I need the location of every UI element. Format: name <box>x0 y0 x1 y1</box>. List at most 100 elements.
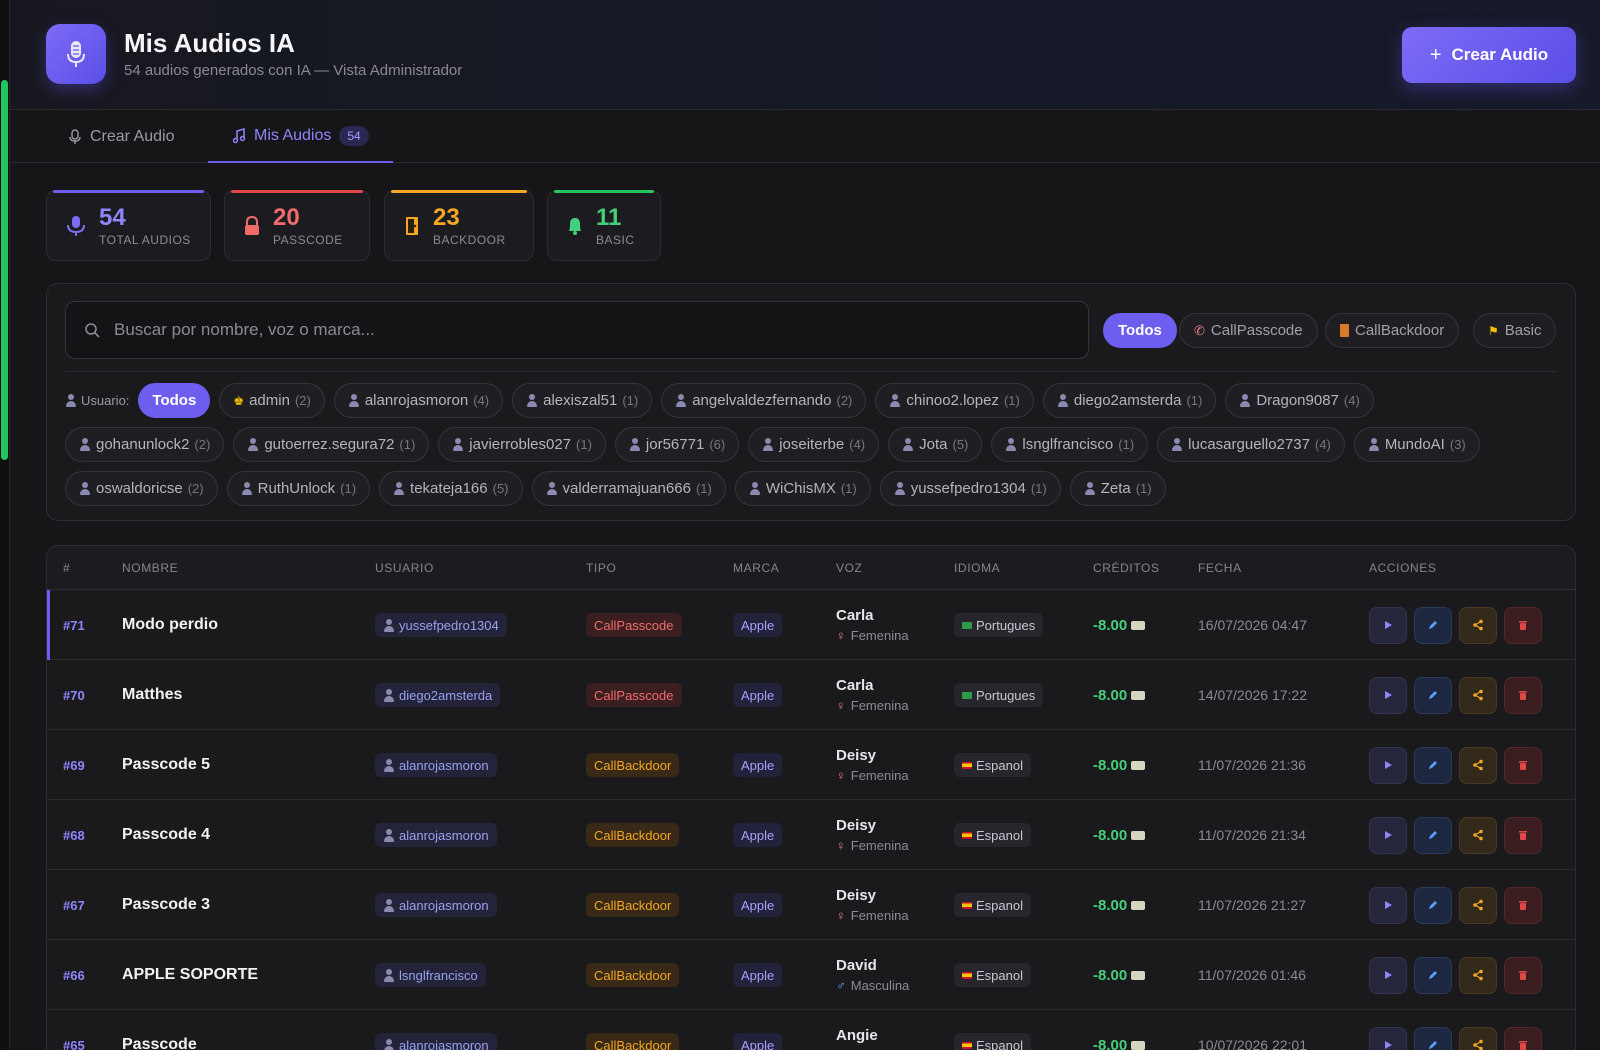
play-button[interactable] <box>1369 816 1407 854</box>
date-value: 16/07/2026 04:47 <box>1198 617 1307 633</box>
user-chip[interactable]: tekateja166 (5) <box>379 471 523 506</box>
play-button[interactable] <box>1369 676 1407 714</box>
table-row[interactable]: #71 Modo perdio yussefpedro1304 CallPasscod… <box>47 590 1575 660</box>
user-chip[interactable]: lsnglfrancisco (1) <box>991 427 1149 462</box>
flag-icon <box>962 621 972 629</box>
share-button[interactable] <box>1459 886 1497 924</box>
user-chip[interactable]: alanrojasmoron (4) <box>333 383 504 418</box>
user-badge[interactable]: alanrojasmoron <box>375 753 497 777</box>
row-actions <box>1369 800 1542 870</box>
table-row[interactable]: #67 Passcode 3 alanrojasmoron CallBackdoor A… <box>47 870 1575 940</box>
user-chip[interactable]: javierrobles027 (1) <box>438 427 606 462</box>
edit-button[interactable] <box>1414 886 1452 924</box>
user-chip[interactable]: ♚ admin (2) <box>219 383 325 418</box>
table-row[interactable]: #65 Passcode alanrojasmoron CallBackdoor App… <box>47 1010 1575 1050</box>
delete-button[interactable] <box>1504 676 1542 714</box>
user-chip[interactable]: joseiterbe (4) <box>748 427 880 462</box>
chip-label: CallBackdoor <box>1355 322 1445 339</box>
user-icon <box>902 438 914 451</box>
user-chip[interactable]: lucasarguello2737 (4) <box>1157 427 1345 462</box>
tab-mis-audios[interactable]: Mis Audios 54 <box>208 110 393 163</box>
play-button[interactable] <box>1369 746 1407 784</box>
female-icon: ♀ <box>836 838 846 853</box>
user-badge[interactable]: yussefpedro1304 <box>375 613 507 637</box>
language-badge: Portugues <box>954 613 1044 637</box>
share-button[interactable] <box>1459 816 1497 854</box>
user-chip[interactable]: valderramajuan666 (1) <box>531 471 726 506</box>
user-chip[interactable]: Jota (5) <box>888 427 983 462</box>
audio-id: #69 <box>63 757 85 773</box>
type-badge: CallBackdoor <box>586 823 680 847</box>
user-chip[interactable]: gutoerrez.segura72 (1) <box>233 427 430 462</box>
user-chip[interactable]: oswaldoricse (2) <box>65 471 218 506</box>
edit-button[interactable] <box>1414 746 1452 784</box>
user-chip[interactable]: gohanunlock2 (2) <box>65 427 225 462</box>
tab-label: Mis Audios <box>254 126 332 144</box>
edit-button[interactable] <box>1414 816 1452 854</box>
type-filter-todos[interactable]: Todos <box>1103 313 1177 348</box>
user-badge[interactable]: alanrojasmoron <box>375 823 497 847</box>
lock-icon <box>245 215 259 235</box>
user-badge[interactable]: alanrojasmoron <box>375 893 497 917</box>
delete-button[interactable] <box>1504 886 1542 924</box>
user-chip[interactable]: diego2amsterda (1) <box>1042 383 1217 418</box>
credits-value: -8.00 <box>1093 966 1128 984</box>
audio-name: Modo perdio <box>122 616 218 633</box>
share-button[interactable] <box>1459 676 1497 714</box>
delete-button[interactable] <box>1504 1026 1542 1050</box>
play-icon <box>1385 691 1392 699</box>
user-chip[interactable]: Dragon9087 (4) <box>1225 383 1374 418</box>
voice-name: Carla <box>836 677 874 694</box>
share-button[interactable] <box>1459 1026 1497 1050</box>
user-icon <box>383 898 395 912</box>
create-audio-button[interactable]: + Crear Audio <box>1402 27 1576 83</box>
edit-button[interactable] <box>1414 606 1452 644</box>
user-chip-todos[interactable]: Todos <box>138 383 211 418</box>
edit-button[interactable] <box>1414 676 1452 714</box>
tab-crear-audio[interactable]: Crear Audio <box>44 110 199 163</box>
edit-button[interactable] <box>1414 1026 1452 1050</box>
type-filter-basic[interactable]: ⚑ Basic <box>1473 313 1557 348</box>
trash-icon <box>1519 691 1527 700</box>
search-input[interactable] <box>114 320 1054 340</box>
user-chip[interactable]: jor56771 (6) <box>614 427 740 462</box>
user-chip[interactable]: chinoo2.lopez (1) <box>875 383 1034 418</box>
play-button[interactable] <box>1369 956 1407 994</box>
user-badge[interactable]: alanrojasmoron <box>375 1033 497 1050</box>
play-button[interactable] <box>1369 886 1407 924</box>
flag-icon <box>962 901 972 909</box>
user-chip[interactable]: yussefpedro1304 (1) <box>879 471 1061 506</box>
user-chip[interactable]: MundoAI (3) <box>1353 427 1480 462</box>
brand-badge: Apple <box>733 613 783 637</box>
scrollbar-thumb[interactable] <box>1 80 8 460</box>
user-badge[interactable]: lsnglfrancisco <box>375 963 486 987</box>
voice-gender: Femenina <box>850 908 909 923</box>
delete-button[interactable] <box>1504 816 1542 854</box>
user-chip[interactable]: RuthUnlock (1) <box>226 471 371 506</box>
user-chip[interactable]: Zeta (1) <box>1069 471 1166 506</box>
share-button[interactable] <box>1459 746 1497 784</box>
delete-button[interactable] <box>1504 746 1542 784</box>
share-button[interactable] <box>1459 606 1497 644</box>
user-chip[interactable]: WiChisMX (1) <box>734 471 871 506</box>
delete-button[interactable] <box>1504 606 1542 644</box>
table-row[interactable]: #66 APPLE SOPORTE lsnglfrancisco CallBackdo… <box>47 940 1575 1010</box>
table-row[interactable]: #70 Matthes diego2amsterda CallPasscode Appl… <box>47 660 1575 730</box>
user-chip[interactable]: angelvaldezfernando (2) <box>661 383 867 418</box>
type-badge: CallBackdoor <box>586 893 680 917</box>
pencil-icon <box>1429 761 1437 769</box>
play-button[interactable] <box>1369 1026 1407 1050</box>
edit-button[interactable] <box>1414 956 1452 994</box>
delete-button[interactable] <box>1504 956 1542 994</box>
share-button[interactable] <box>1459 956 1497 994</box>
type-filter-callpasscode[interactable]: ✆ CallPasscode <box>1179 313 1318 348</box>
table-row[interactable]: #68 Passcode 4 alanrojasmoron CallBackdoor A… <box>47 800 1575 870</box>
date-value: 10/07/2026 22:01 <box>1198 1037 1307 1050</box>
table-row[interactable]: #69 Passcode 5 alanrojasmoron CallBackdoor A… <box>47 730 1575 800</box>
play-button[interactable] <box>1369 606 1407 644</box>
female-icon: ♀ <box>836 908 846 923</box>
voice-gender: Femenina <box>850 768 909 783</box>
user-chip[interactable]: alexiszal51 (1) <box>512 383 653 418</box>
user-badge[interactable]: diego2amsterda <box>375 683 501 707</box>
type-filter-callbackdoor[interactable]: CallBackdoor <box>1325 313 1460 348</box>
